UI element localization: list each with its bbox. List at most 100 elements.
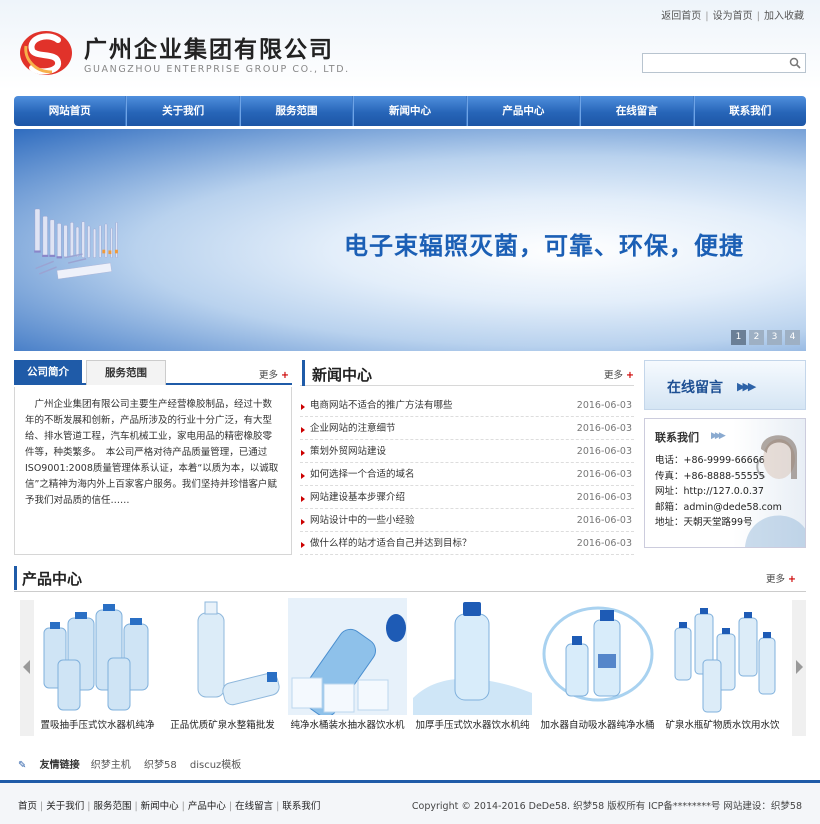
tab-company-intro[interactable]: 公司简介 [14, 360, 82, 385]
banner-page-1[interactable]: 1 [731, 330, 746, 345]
nav-contact[interactable]: 联系我们 [693, 96, 806, 126]
product-card[interactable]: 加水器自动吸水器纯净水桶 [538, 598, 657, 737]
product-image [538, 598, 657, 715]
company-name: 广州企业集团有限公司 [84, 37, 334, 63]
news-item[interactable]: 电商网站不适合的推广方法有哪些 2016-06-03 [300, 394, 634, 417]
scroll-left-button[interactable] [20, 600, 34, 736]
product-card[interactable]: 加厚手压式饮水器饮水机纯 [413, 598, 532, 737]
intro-more-link[interactable]: 更多 + [259, 367, 289, 381]
news-item-date: 2016-06-03 [576, 446, 632, 457]
footer-link-services[interactable]: 服务范围 [93, 801, 131, 812]
link-chain-icon: ✎ [18, 760, 27, 771]
message-title: 在线留言 [667, 380, 723, 396]
news-more-link[interactable]: 更多 + [604, 367, 634, 381]
search-input[interactable] [643, 57, 783, 76]
news-item-title: 策划外贸网站建设 [310, 446, 387, 457]
news-item-title: 网站设计中的一些小经验 [310, 515, 415, 526]
news-item-title: 电商网站不适合的推广方法有哪些 [310, 400, 453, 411]
product-card[interactable]: 置吸抽手压式饮水器机纯净 [38, 598, 157, 737]
news-list: 电商网站不适合的推广方法有哪些 2016-06-03 企业网站的注意细节 2016-… [300, 394, 634, 555]
footer-link-about[interactable]: 关于我们 [46, 801, 84, 812]
product-carousel: 置吸抽手压式饮水器机纯净 正品优质矿泉水整箱批发 纯净水桶装水抽水器饮水机 加厚… [38, 598, 782, 737]
product-name: 矿泉水瓶矿物质水饮用水饮 [665, 720, 780, 731]
friend-links: ✎ 友情链接 织梦主机 织梦58 discuz模板 [18, 756, 251, 771]
banner-pager: 1 2 3 4 [731, 330, 800, 345]
product-image [288, 598, 407, 715]
contact-title: 联系我们 [655, 431, 699, 444]
banner[interactable]: 电子束辐照灭菌，可靠、环保，便捷 1 2 3 4 [14, 129, 806, 351]
news-item-date: 2016-06-03 [576, 515, 632, 526]
scroll-right-button[interactable] [792, 600, 806, 736]
product-name: 纯净水桶装水抽水器饮水机 [290, 720, 405, 731]
news-item-date: 2016-06-03 [576, 400, 632, 411]
news-item-date: 2016-06-03 [576, 492, 632, 503]
search-icon[interactable] [789, 57, 801, 69]
news-item-date: 2016-06-03 [576, 469, 632, 480]
footer: 首页 | 关于我们 | 服务范围 | 新闻中心 | 产品中心 | 在线留言 | 联系我们 Copyrig… [0, 780, 820, 824]
main-nav: 网站首页 关于我们 服务范围 新闻中心 产品中心 在线留言 联系我们 [14, 96, 806, 126]
top-links: 返回首页 | 设为首页 | 加入收藏 [661, 11, 804, 22]
intro-tabs: 公司简介 服务范围 [14, 360, 292, 385]
news-item-date: 2016-06-03 [576, 538, 632, 549]
news-title: 新闻中心 [312, 366, 373, 384]
product-name: 置吸抽手压式饮水器机纯净 [40, 720, 155, 731]
company-intro-text: 广州企业集团有限公司主要生产经营橡胶制品，经过十数年的不断发展和创新，产品所涉及… [14, 387, 292, 555]
news-item-date: 2016-06-03 [576, 423, 632, 434]
nav-home[interactable]: 网站首页 [14, 96, 127, 126]
news-item[interactable]: 网站设计中的一些小经验 2016-06-03 [300, 509, 634, 532]
footer-link-contact[interactable]: 联系我们 [282, 801, 320, 812]
nav-news[interactable]: 新闻中心 [353, 96, 467, 126]
news-item[interactable]: 网站建设基本步骤介绍 2016-06-03 [300, 486, 634, 509]
news-item-title: 做什么样的站才适合自己并达到目标？ [310, 538, 472, 549]
add-favorite-link[interactable]: 加入收藏 [764, 11, 804, 22]
product-card[interactable]: 正品优质矿泉水整箱批发 [163, 598, 282, 737]
news-item-title: 网站建设基本步骤介绍 [310, 492, 406, 503]
product-name: 加水器自动吸水器纯净水桶 [540, 720, 655, 731]
friend-link[interactable]: 织梦主机 [91, 760, 131, 771]
contact-box: 联系我们 ▶▶▶ 电话：+86-9999-66666 传真：+86-8888-5… [644, 418, 806, 548]
nav-message[interactable]: 在线留言 [580, 96, 694, 126]
banner-slogan: 电子束辐照灭菌，可靠、环保，便捷 [344, 232, 744, 260]
product-name: 正品优质矿泉水整箱批发 [170, 720, 275, 731]
set-homepage-link[interactable]: 设为首页 [713, 11, 753, 22]
double-arrow-icon: ▶▶▶ [737, 380, 756, 393]
logo[interactable]: 广州企业集团有限公司 GUANGZHOU ENTERPRISE GROUP CO… [18, 24, 358, 84]
news-item[interactable]: 如何选择一个合适的域名 2016-06-03 [300, 463, 634, 486]
news-item[interactable]: 做什么样的站才适合自己并达到目标？ 2016-06-03 [300, 532, 634, 555]
product-image [38, 598, 157, 715]
online-message-button[interactable]: 在线留言 ▶▶▶ [644, 360, 806, 410]
product-card[interactable]: 纯净水桶装水抽水器饮水机 [288, 598, 407, 737]
syringe-illustration [34, 208, 118, 280]
nav-products[interactable]: 产品中心 [466, 96, 581, 126]
logo-icon [20, 31, 72, 75]
friend-links-title: 友情链接 [39, 760, 80, 771]
footer-link-news[interactable]: 新闻中心 [141, 801, 179, 812]
nav-about[interactable]: 关于我们 [126, 96, 240, 126]
products-more-link[interactable]: 更多 + [766, 571, 796, 585]
friend-link[interactable]: 织梦58 [144, 760, 177, 771]
tab-service-scope[interactable]: 服务范围 [86, 360, 166, 385]
home-link[interactable]: 返回首页 [661, 11, 701, 22]
banner-page-4[interactable]: 4 [785, 330, 800, 345]
banner-page-2[interactable]: 2 [749, 330, 764, 345]
product-name: 加厚手压式饮水器饮水机纯 [415, 720, 530, 731]
page: { "top_links": ["返回首页", "设为首页", "加入收藏"],… [0, 0, 820, 824]
chevron-icon: ▶▶▶ [711, 431, 726, 441]
friend-link[interactable]: discuz模板 [190, 760, 241, 771]
product-image [413, 598, 532, 715]
search-box[interactable] [642, 53, 806, 76]
service-agent-image [745, 435, 805, 547]
products-title: 产品中心 [22, 570, 83, 588]
news-item-title: 如何选择一个合适的域名 [310, 469, 415, 480]
product-card[interactable]: 矿泉水瓶矿物质水饮用水饮 [663, 598, 782, 737]
news-item[interactable]: 策划外贸网站建设 2016-06-03 [300, 440, 634, 463]
footer-links: 首页 | 关于我们 | 服务范围 | 新闻中心 | 产品中心 | 在线留言 | 联系我们 [18, 801, 321, 812]
product-image [163, 598, 282, 715]
nav-services[interactable]: 服务范围 [239, 96, 354, 126]
footer-link-products[interactable]: 产品中心 [188, 801, 226, 812]
company-name-en: GUANGZHOU ENTERPRISE GROUP CO., LTD. [84, 64, 350, 75]
footer-link-home[interactable]: 首页 [18, 801, 37, 812]
news-item[interactable]: 企业网站的注意细节 2016-06-03 [300, 417, 634, 440]
banner-page-3[interactable]: 3 [767, 330, 782, 345]
footer-link-message[interactable]: 在线留言 [235, 801, 273, 812]
